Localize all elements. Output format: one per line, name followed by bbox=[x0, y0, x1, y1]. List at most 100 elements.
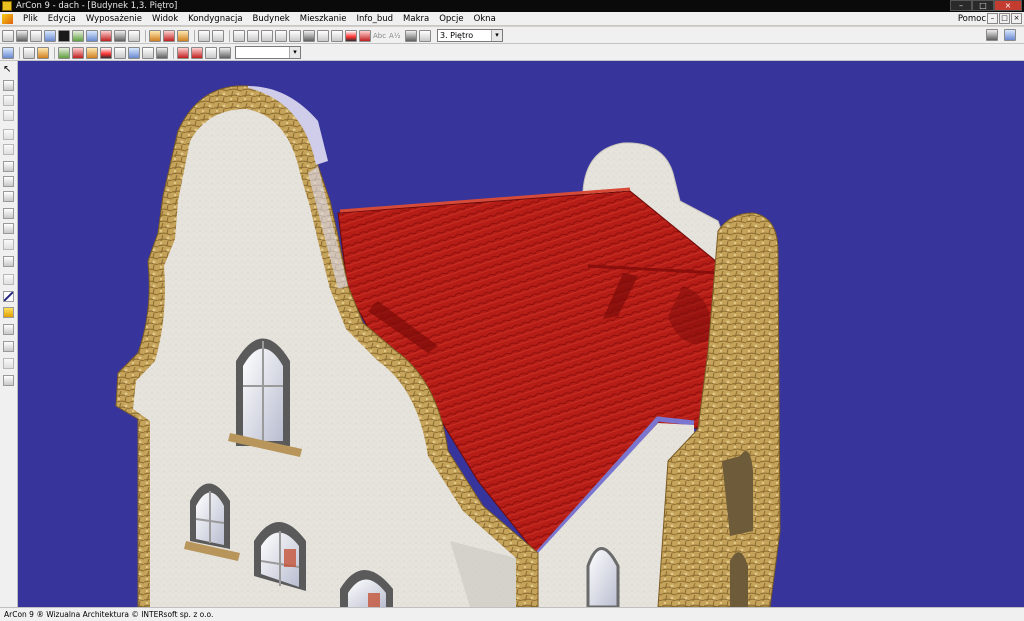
light-icon[interactable] bbox=[303, 29, 315, 42]
pan-icon[interactable] bbox=[261, 29, 273, 42]
camera-icon[interactable] bbox=[163, 29, 175, 42]
minimize-button[interactable]: – bbox=[950, 0, 972, 11]
chest-icon[interactable] bbox=[149, 29, 161, 42]
distribute-icon[interactable] bbox=[3, 274, 14, 285]
selection-frame-icon[interactable] bbox=[219, 46, 231, 59]
chevron-down-icon[interactable]: ▾ bbox=[491, 30, 502, 41]
print-icon[interactable] bbox=[58, 29, 70, 42]
toolbar-separator bbox=[173, 46, 174, 59]
globe-icon[interactable] bbox=[58, 46, 70, 59]
floor-settings-icon[interactable] bbox=[205, 46, 217, 59]
array-icon[interactable] bbox=[3, 256, 14, 267]
undo-icon[interactable] bbox=[198, 29, 210, 42]
object-icon[interactable] bbox=[177, 29, 189, 42]
zoom-window-icon[interactable] bbox=[289, 29, 301, 42]
floor-select[interactable]: 3. Piętro ▾ bbox=[437, 29, 503, 42]
select-area-icon[interactable] bbox=[3, 95, 14, 106]
help-cursor-icon[interactable] bbox=[1004, 29, 1016, 41]
maximize-button[interactable]: □ bbox=[972, 0, 994, 11]
spark-icon[interactable] bbox=[100, 46, 112, 59]
3d-viewport[interactable] bbox=[18, 61, 1024, 607]
copy-icon[interactable] bbox=[128, 29, 140, 42]
house-icon[interactable] bbox=[37, 46, 49, 59]
paint-bucket-icon[interactable] bbox=[3, 307, 14, 318]
menu-opcje[interactable]: Opcje bbox=[434, 12, 468, 26]
object-select[interactable]: ▾ bbox=[235, 46, 301, 59]
mdi-close-button[interactable]: × bbox=[1011, 13, 1022, 24]
floor-up-icon[interactable] bbox=[191, 46, 203, 59]
menu-budynek[interactable]: Budynek bbox=[248, 12, 295, 26]
measure-icon[interactable] bbox=[405, 29, 417, 42]
snap-icon[interactable] bbox=[156, 46, 168, 59]
export-icon[interactable] bbox=[100, 29, 112, 42]
plan-view-icon[interactable] bbox=[23, 46, 35, 59]
app-icon[interactable] bbox=[2, 1, 12, 11]
text-tool-icon[interactable]: Abc bbox=[373, 30, 387, 42]
document-icon[interactable] bbox=[2, 14, 13, 24]
mdi-restore-button[interactable]: □ bbox=[999, 13, 1010, 24]
import-icon[interactable] bbox=[86, 29, 98, 42]
floor-down-icon[interactable] bbox=[177, 46, 189, 59]
window-title: ArCon 9 - dach - [Budynek 1,3. Piętro] bbox=[16, 1, 178, 11]
view-plan-icon[interactable] bbox=[331, 29, 343, 42]
menu-pomoc[interactable]: Pomoc bbox=[958, 12, 986, 26]
menu-kondygnacja[interactable]: Kondygnacja bbox=[183, 12, 247, 26]
toolbar-separator bbox=[54, 46, 55, 59]
brush-icon[interactable] bbox=[3, 324, 14, 335]
view-3d-icon[interactable] bbox=[317, 29, 329, 42]
mdi-minimize-button[interactable]: – bbox=[987, 13, 998, 24]
copy-object-icon[interactable] bbox=[3, 161, 14, 172]
palette-icon[interactable] bbox=[128, 46, 140, 59]
open-file-icon[interactable] bbox=[16, 29, 28, 42]
delete-icon[interactable] bbox=[3, 144, 14, 155]
menu-info-bud[interactable]: Info_bud bbox=[352, 12, 399, 26]
texture-icon[interactable] bbox=[3, 341, 14, 352]
wand-icon[interactable] bbox=[72, 46, 84, 59]
printer-icon[interactable] bbox=[114, 29, 126, 42]
secondary-toolbar: ▾ bbox=[0, 44, 1024, 61]
move-object-icon[interactable] bbox=[3, 176, 14, 187]
terrain-icon[interactable] bbox=[3, 375, 14, 386]
chevron-down-icon[interactable]: ▾ bbox=[289, 47, 300, 58]
floor-select-value: 3. Piętro bbox=[440, 31, 474, 40]
menu-wyposazenie[interactable]: Wyposażenie bbox=[81, 12, 147, 26]
dimension-icon[interactable] bbox=[3, 358, 14, 369]
menu-plik[interactable]: Plik bbox=[18, 12, 43, 26]
left-toolbar: ↖ bbox=[0, 61, 18, 607]
redo-icon[interactable] bbox=[212, 29, 224, 42]
menu-edycja[interactable]: Edycja bbox=[43, 12, 81, 26]
zoom-icon[interactable] bbox=[233, 29, 245, 42]
walk-icon[interactable] bbox=[419, 29, 431, 42]
select-group-icon[interactable] bbox=[3, 80, 14, 91]
list-icon[interactable] bbox=[142, 46, 154, 59]
menu-widok[interactable]: Widok bbox=[147, 12, 183, 26]
wall-icon[interactable] bbox=[2, 46, 14, 59]
close-button[interactable]: × bbox=[994, 0, 1022, 11]
toolbar-separator bbox=[19, 46, 20, 59]
tools-icon[interactable] bbox=[86, 46, 98, 59]
dotted-select-icon[interactable] bbox=[3, 129, 14, 140]
rotate-object-icon[interactable] bbox=[3, 191, 14, 202]
zoom-in-icon[interactable] bbox=[247, 29, 259, 42]
mirror-icon[interactable] bbox=[3, 208, 14, 219]
stretch-icon[interactable] bbox=[3, 223, 14, 234]
menu-okna[interactable]: Okna bbox=[469, 12, 501, 26]
pen-icon[interactable] bbox=[3, 291, 14, 302]
open-project-icon[interactable] bbox=[30, 29, 42, 42]
new-file-icon[interactable] bbox=[2, 29, 14, 42]
menu-makra[interactable]: Makra bbox=[398, 12, 434, 26]
grid-icon[interactable] bbox=[114, 46, 126, 59]
toolbar-separator bbox=[145, 29, 146, 42]
save-icon[interactable] bbox=[44, 29, 56, 42]
layers-icon[interactable] bbox=[986, 29, 998, 41]
main-toolbar: Abc A½ 3. Piętro ▾ bbox=[0, 27, 1024, 44]
menu-mieszkanie[interactable]: Mieszkanie bbox=[295, 12, 352, 26]
align-icon[interactable] bbox=[3, 239, 14, 250]
redraw-icon[interactable] bbox=[359, 29, 371, 42]
pointer-icon[interactable]: ↖ bbox=[3, 64, 14, 75]
plot-icon[interactable] bbox=[72, 29, 84, 42]
render-icon[interactable] bbox=[345, 29, 357, 42]
select-box-icon[interactable] bbox=[3, 110, 14, 121]
text-size-icon[interactable]: A½ bbox=[389, 30, 403, 42]
move-view-icon[interactable] bbox=[275, 29, 287, 42]
